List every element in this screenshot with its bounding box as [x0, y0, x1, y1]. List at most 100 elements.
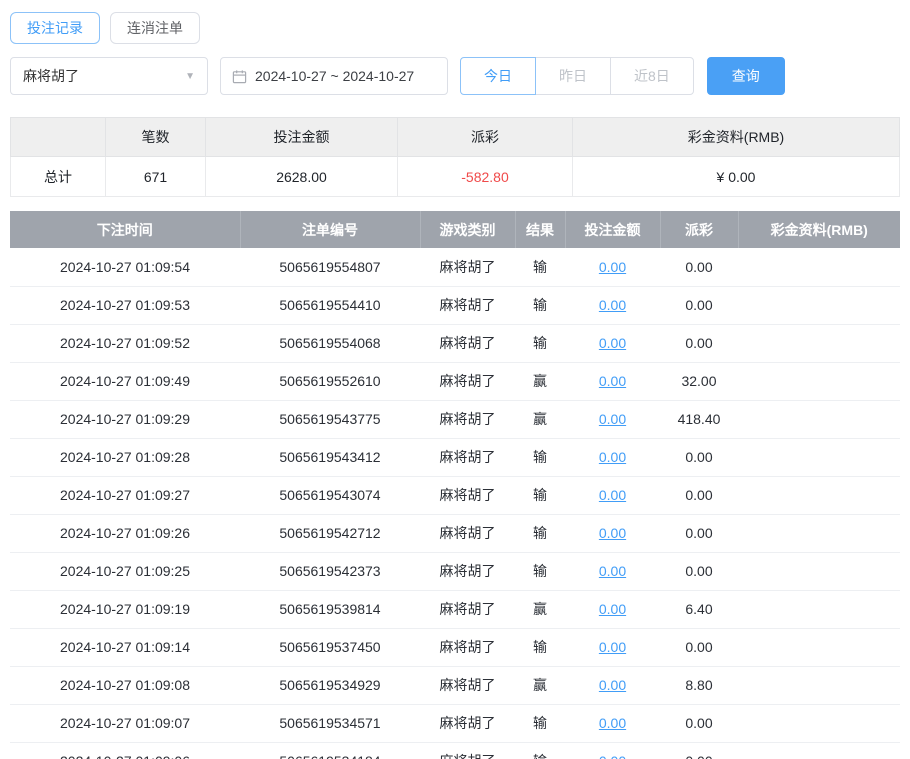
cell-payout: 418.40: [660, 400, 738, 438]
cell-bet-amount: 0.00: [565, 628, 660, 666]
quick-filter-today[interactable]: 今日: [460, 57, 536, 95]
table-row: 2024-10-27 01:09:495065619552610麻将胡了赢0.0…: [10, 362, 900, 400]
cell-bonus: [738, 362, 900, 400]
cell-game-type: 麻将胡了: [420, 552, 515, 590]
bet-amount-link[interactable]: 0.00: [599, 601, 626, 617]
cell-payout: 0.00: [660, 742, 738, 759]
cell-result: 输: [515, 286, 565, 324]
bet-amount-link[interactable]: 0.00: [599, 335, 626, 351]
records-header-game: 游戏类别: [420, 211, 515, 248]
bet-amount-link[interactable]: 0.00: [599, 449, 626, 465]
records-header-bet-amount: 投注金额: [565, 211, 660, 248]
summary-header-row: 笔数 投注金额 派彩 彩金资料(RMB): [11, 118, 900, 157]
summary-bet-amount-value: 2628.00: [206, 157, 398, 197]
table-row: 2024-10-27 01:09:085065619534929麻将胡了赢0.0…: [10, 666, 900, 704]
cell-bet-time: 2024-10-27 01:09:25: [10, 552, 240, 590]
cell-game-type: 麻将胡了: [420, 666, 515, 704]
records-header-payout: 派彩: [660, 211, 738, 248]
records-header-time: 下注时间: [10, 211, 240, 248]
cell-bonus: [738, 248, 900, 286]
cell-result: 输: [515, 438, 565, 476]
cell-bet-id: 5065619534571: [240, 704, 420, 742]
cell-bet-time: 2024-10-27 01:09:52: [10, 324, 240, 362]
records-header-bonus: 彩金资料(RMB): [738, 211, 900, 248]
cell-game-type: 麻将胡了: [420, 742, 515, 759]
summary-header-count: 笔数: [106, 118, 206, 157]
table-row: 2024-10-27 01:09:065065619534184麻将胡了输0.0…: [10, 742, 900, 759]
top-tabs: 投注记录 连消注单: [10, 12, 900, 44]
table-row: 2024-10-27 01:09:545065619554807麻将胡了输0.0…: [10, 248, 900, 286]
cell-bet-id: 5065619554807: [240, 248, 420, 286]
cell-game-type: 麻将胡了: [420, 362, 515, 400]
cell-bet-time: 2024-10-27 01:09:27: [10, 476, 240, 514]
cell-game-type: 麻将胡了: [420, 476, 515, 514]
cell-result: 输: [515, 628, 565, 666]
bet-amount-link[interactable]: 0.00: [599, 715, 626, 731]
table-row: 2024-10-27 01:09:075065619534571麻将胡了输0.0…: [10, 704, 900, 742]
cell-bonus: [738, 590, 900, 628]
cell-payout: 0.00: [660, 286, 738, 324]
cell-payout: 0.00: [660, 324, 738, 362]
bet-amount-link[interactable]: 0.00: [599, 411, 626, 427]
query-button[interactable]: 查询: [707, 57, 785, 95]
cell-bet-amount: 0.00: [565, 666, 660, 704]
cell-bonus: [738, 400, 900, 438]
betting-records-page: 投注记录 连消注单 麻将胡了 ▼ 2024-10-27 ~ 2024-10-27…: [0, 0, 910, 759]
bet-amount-link[interactable]: 0.00: [599, 259, 626, 275]
cell-payout: 0.00: [660, 248, 738, 286]
cell-payout: 0.00: [660, 552, 738, 590]
cell-bet-time: 2024-10-27 01:09:26: [10, 514, 240, 552]
bet-amount-link[interactable]: 0.00: [599, 525, 626, 541]
cell-bet-id: 5065619534184: [240, 742, 420, 759]
summary-header-bonus: 彩金资料(RMB): [573, 118, 900, 157]
table-row: 2024-10-27 01:09:255065619542373麻将胡了输0.0…: [10, 552, 900, 590]
table-row: 2024-10-27 01:09:285065619543412麻将胡了输0.0…: [10, 438, 900, 476]
summary-header-blank: [11, 118, 106, 157]
cell-bet-id: 5065619543775: [240, 400, 420, 438]
bet-amount-link[interactable]: 0.00: [599, 639, 626, 655]
summary-count-value: 671: [106, 157, 206, 197]
records-header-bet-id: 注单编号: [240, 211, 420, 248]
cell-bet-amount: 0.00: [565, 590, 660, 628]
cell-bet-time: 2024-10-27 01:09:14: [10, 628, 240, 666]
cell-bonus: [738, 742, 900, 759]
summary-payout-value: -582.80: [398, 157, 573, 197]
tab-bet-records[interactable]: 投注记录: [10, 12, 100, 44]
cell-result: 赢: [515, 400, 565, 438]
cell-bet-amount: 0.00: [565, 438, 660, 476]
cell-bet-time: 2024-10-27 01:09:07: [10, 704, 240, 742]
game-select[interactable]: 麻将胡了 ▼: [10, 57, 208, 95]
cell-result: 赢: [515, 590, 565, 628]
cell-bonus: [738, 476, 900, 514]
cell-result: 输: [515, 704, 565, 742]
cell-bet-amount: 0.00: [565, 742, 660, 759]
date-range-input[interactable]: 2024-10-27 ~ 2024-10-27: [220, 57, 448, 95]
cell-bet-time: 2024-10-27 01:09:08: [10, 666, 240, 704]
quick-filter-last-8-days[interactable]: 近8日: [610, 57, 694, 95]
bet-amount-link[interactable]: 0.00: [599, 297, 626, 313]
cell-result: 输: [515, 514, 565, 552]
table-row: 2024-10-27 01:09:275065619543074麻将胡了输 0.0…: [10, 476, 900, 514]
cell-result: 输: [515, 476, 565, 514]
cell-bet-id: 5065619554068: [240, 324, 420, 362]
bet-amount-link[interactable]: 0.00: [599, 753, 626, 759]
cell-game-type: 麻将胡了: [420, 438, 515, 476]
summary-bonus-value: ¥ 0.00: [573, 157, 900, 197]
bet-amount-link[interactable]: 0.00: [599, 487, 626, 503]
bet-amount-link[interactable]: 0.00: [599, 563, 626, 579]
cell-game-type: 麻将胡了: [420, 514, 515, 552]
tab-cancelled-bets[interactable]: 连消注单: [110, 12, 200, 44]
date-range-value: 2024-10-27 ~ 2024-10-27: [255, 68, 414, 84]
cell-bet-id: 5065619554410: [240, 286, 420, 324]
summary-table: 笔数 投注金额 派彩 彩金资料(RMB) 总计 671 2628.00 -582…: [10, 117, 900, 197]
quick-filter-yesterday[interactable]: 昨日: [535, 57, 611, 95]
table-row: 2024-10-27 01:09:195065619539814麻将胡了赢0.0…: [10, 590, 900, 628]
bet-amount-link[interactable]: 0.00: [599, 677, 626, 693]
cell-result: 输: [515, 552, 565, 590]
cell-bet-amount: 0.00: [565, 324, 660, 362]
cell-game-type: 麻将胡了: [420, 590, 515, 628]
cell-bet-id: 5065619552610: [240, 362, 420, 400]
cell-bet-id: 5065619543074: [240, 476, 420, 514]
quick-filter-group: 今日 昨日 近8日: [460, 57, 694, 95]
bet-amount-link[interactable]: 0.00: [599, 373, 626, 389]
